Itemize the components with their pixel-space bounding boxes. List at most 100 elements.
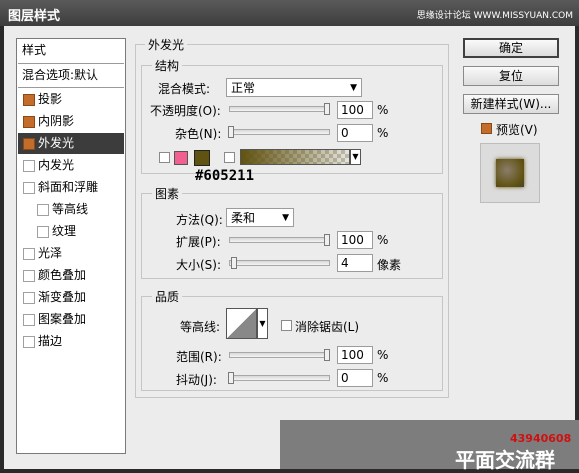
opacity-slider[interactable] bbox=[229, 106, 330, 112]
style-item-label: 图案叠加 bbox=[38, 312, 87, 326]
jitter-label: 抖动(J): bbox=[176, 373, 217, 387]
style-item[interactable]: 渐变叠加 bbox=[18, 287, 124, 308]
outer-glow-title: 外发光 bbox=[145, 36, 188, 53]
glow-color-swatch[interactable] bbox=[194, 150, 210, 166]
chevron-down-icon: ▼ bbox=[352, 152, 359, 161]
gradient-radio[interactable] bbox=[224, 152, 235, 163]
spread-slider[interactable] bbox=[229, 237, 330, 243]
blend-mode-label: 混合模式: bbox=[158, 82, 211, 96]
style-item[interactable]: 等高线 bbox=[18, 199, 124, 220]
range-slider-thumb[interactable] bbox=[324, 349, 330, 361]
style-item-label: 投影 bbox=[38, 92, 63, 106]
antialias-label: 消除锯齿(L) bbox=[295, 320, 360, 334]
noise-input[interactable]: 0 bbox=[337, 124, 373, 142]
contour-picker[interactable] bbox=[226, 308, 257, 339]
style-item-label: 等高线 bbox=[52, 202, 89, 216]
style-item-checkbox[interactable] bbox=[23, 94, 35, 106]
style-list: 样式 混合选项:默认 投影内阴影外发光内发光斜面和浮雕等高线纹理光泽颜色叠加渐变… bbox=[16, 38, 126, 454]
style-item[interactable]: 图案叠加 bbox=[18, 309, 124, 330]
range-input[interactable]: 100 bbox=[337, 346, 373, 364]
style-item-checkbox[interactable] bbox=[23, 248, 35, 260]
style-item[interactable]: 投影 bbox=[18, 89, 124, 110]
site-watermark: 思缘设计论坛 WWW.MISSYUAN.COM bbox=[416, 11, 573, 21]
ok-button[interactable]: 确定 bbox=[463, 38, 559, 58]
style-list-header[interactable]: 样式 bbox=[18, 40, 124, 61]
quality-title: 品质 bbox=[152, 288, 183, 305]
technique-select[interactable]: 柔和 ▼ bbox=[226, 208, 294, 227]
style-item-label: 外发光 bbox=[38, 136, 75, 150]
style-item[interactable]: 纹理 bbox=[18, 221, 124, 242]
chevron-down-icon: ▼ bbox=[350, 83, 357, 93]
elements-title: 图素 bbox=[152, 185, 183, 202]
technique-label: 方法(Q): bbox=[176, 213, 223, 227]
style-item-label: 颜色叠加 bbox=[38, 268, 87, 282]
style-item[interactable]: 颜色叠加 bbox=[18, 265, 124, 286]
spread-percent: % bbox=[377, 233, 389, 247]
style-item-label: 渐变叠加 bbox=[38, 290, 87, 304]
noise-percent: % bbox=[377, 126, 389, 140]
style-item-label: 纹理 bbox=[52, 224, 77, 238]
opacity-label: 不透明度(O): bbox=[150, 104, 221, 118]
style-item-label: 内阴影 bbox=[38, 114, 75, 128]
noise-slider-thumb[interactable] bbox=[228, 126, 234, 138]
opacity-input[interactable]: 100 bbox=[337, 101, 373, 119]
spread-slider-thumb[interactable] bbox=[324, 234, 330, 246]
jitter-slider[interactable] bbox=[229, 375, 330, 381]
spread-input[interactable]: 100 bbox=[337, 231, 373, 249]
size-slider[interactable] bbox=[229, 260, 330, 266]
style-item-checkbox[interactable] bbox=[23, 270, 35, 282]
style-item-label: 描边 bbox=[38, 334, 63, 348]
gradient-dropdown-button[interactable]: ▼ bbox=[350, 149, 361, 165]
range-label: 范围(R): bbox=[176, 350, 222, 364]
antialias-checkbox[interactable] bbox=[281, 320, 292, 331]
style-item[interactable]: 内阴影 bbox=[18, 111, 124, 132]
style-item-checkbox[interactable] bbox=[23, 138, 35, 150]
color-annotation: #605211 bbox=[195, 168, 255, 184]
style-item-checkbox[interactable] bbox=[23, 116, 35, 128]
new-style-button[interactable]: 新建样式(W)... bbox=[463, 94, 559, 114]
style-item-checkbox[interactable] bbox=[37, 226, 49, 238]
jitter-input[interactable]: 0 bbox=[337, 369, 373, 387]
reset-button[interactable]: 复位 bbox=[463, 66, 559, 86]
contour-label: 等高线: bbox=[180, 320, 221, 334]
blend-options-item[interactable]: 混合选项:默认 bbox=[18, 65, 124, 86]
color-radio[interactable] bbox=[159, 152, 170, 163]
dialog-title: 图层样式 bbox=[8, 9, 61, 24]
style-item-checkbox[interactable] bbox=[23, 292, 35, 304]
contour-dropdown-button[interactable]: ▼ bbox=[257, 308, 268, 339]
size-unit-px: 像素 bbox=[377, 258, 402, 272]
jitter-slider-thumb[interactable] bbox=[228, 372, 234, 384]
jitter-percent: % bbox=[377, 371, 389, 385]
style-item[interactable]: 内发光 bbox=[18, 155, 124, 176]
style-item-label: 光泽 bbox=[38, 246, 63, 260]
structure-title: 结构 bbox=[152, 57, 183, 74]
range-percent: % bbox=[377, 348, 389, 362]
opacity-slider-thumb[interactable] bbox=[324, 103, 330, 115]
range-slider[interactable] bbox=[229, 352, 330, 358]
size-slider-thumb[interactable] bbox=[231, 257, 237, 269]
style-item-checkbox[interactable] bbox=[23, 182, 35, 194]
style-item-label: 斜面和浮雕 bbox=[38, 180, 99, 194]
size-input[interactable]: 4 bbox=[337, 254, 373, 272]
style-item[interactable]: 外发光 bbox=[18, 133, 124, 154]
preview-swatch bbox=[496, 159, 524, 187]
style-item[interactable]: 斜面和浮雕 bbox=[18, 177, 124, 198]
style-item-checkbox[interactable] bbox=[23, 160, 35, 172]
size-label: 大小(S): bbox=[176, 258, 222, 272]
style-item-checkbox[interactable] bbox=[37, 204, 49, 216]
spread-label: 扩展(P): bbox=[176, 235, 221, 249]
opacity-percent: % bbox=[377, 103, 389, 117]
noise-slider[interactable] bbox=[229, 129, 330, 135]
style-item-checkbox[interactable] bbox=[23, 314, 35, 326]
style-item[interactable]: 描边 bbox=[18, 331, 124, 352]
preview-box bbox=[480, 143, 540, 203]
preview-label: 预览(V) bbox=[496, 123, 538, 137]
glow-color-swatch-pink[interactable] bbox=[174, 151, 188, 165]
style-item-checkbox[interactable] bbox=[23, 336, 35, 348]
style-item[interactable]: 光泽 bbox=[18, 243, 124, 264]
preview-checkbox[interactable] bbox=[481, 123, 492, 134]
chevron-down-icon: ▼ bbox=[259, 319, 266, 328]
gradient-picker[interactable] bbox=[240, 149, 350, 165]
noise-label: 杂色(N): bbox=[175, 127, 222, 141]
blend-mode-select[interactable]: 正常 ▼ bbox=[226, 78, 362, 97]
